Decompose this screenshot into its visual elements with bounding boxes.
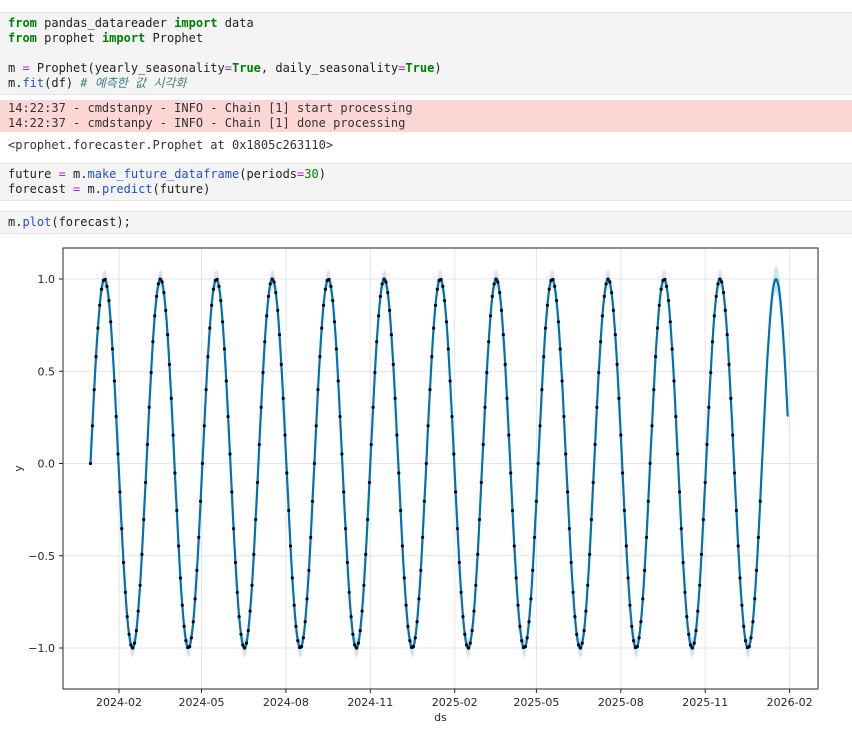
code-token: data xyxy=(217,16,254,30)
x-tick-label: 2024-02 xyxy=(96,696,142,709)
y-axis: 1.0 0.5 0.0 −0.5 −1.0 y xyxy=(12,273,63,655)
stderr-output-cmdstanpy: 14:22:37 - cmdstanpy - INFO - Chain [1] … xyxy=(0,100,852,132)
x-tick-label: 2025-08 xyxy=(598,696,644,709)
code-token: # 예측한 값 시각화 xyxy=(80,76,187,90)
code-token: from xyxy=(8,16,37,30)
stderr-line: 14:22:37 - cmdstanpy - INFO - Chain [1] … xyxy=(8,116,406,130)
x-tick-label: 2024-08 xyxy=(263,696,309,709)
code-token: import xyxy=(101,31,146,45)
code-line: m = Prophet(yearly_seasonality=True, dai… xyxy=(8,61,844,76)
code-token: m. xyxy=(8,76,23,90)
x-tick-label: 2024-05 xyxy=(179,696,225,709)
repr-text: <prophet.forecaster.Prophet at 0x1805c26… xyxy=(8,138,334,152)
y-tick-label: 0.0 xyxy=(38,458,56,471)
code-token: ) xyxy=(318,167,326,181)
code-token: = xyxy=(224,61,232,75)
code-token: import xyxy=(174,16,218,30)
x-axis-label: ds xyxy=(434,711,447,724)
cell-gap xyxy=(0,201,852,211)
y-tick-label: 0.5 xyxy=(38,365,56,378)
y-axis-label: y xyxy=(12,465,25,472)
code-token: forecast xyxy=(8,182,74,196)
code-line: m.fit(df) # 예측한 값 시각화 xyxy=(8,76,844,91)
code-line: forecast = m.predict(future) xyxy=(8,182,844,197)
forecast-figure: 2024-02 2024-05 2024-08 2024-11 2025-02 2025-… xyxy=(0,238,852,729)
code-token: (df) xyxy=(44,76,81,90)
code-token: True xyxy=(232,61,261,75)
code-token: Prophet(yearly_seasonality xyxy=(29,61,225,75)
notebook-cells: from pandas_datareader import data from p… xyxy=(0,0,852,729)
x-axis: 2024-02 2024-05 2024-08 2024-11 2025-02 2025-… xyxy=(96,689,813,724)
code-token: fit xyxy=(22,76,45,90)
code-token: (forecast); xyxy=(51,215,131,229)
code-token: Prophet xyxy=(145,31,204,45)
code-line: future = m.make_future_dataframe(periods… xyxy=(8,167,844,182)
code-token: pandas_datareader xyxy=(36,16,175,30)
code-cell-imports-and-fit[interactable]: from pandas_datareader import data from p… xyxy=(0,12,852,95)
grid-lines xyxy=(63,248,818,689)
y-tick-label: −0.5 xyxy=(28,550,55,563)
forecast-plot: 2024-02 2024-05 2024-08 2024-11 2025-02 2025-… xyxy=(12,247,819,724)
y-tick-label: 1.0 xyxy=(38,273,56,286)
code-token: True xyxy=(405,61,435,75)
code-token: = xyxy=(58,167,66,181)
code-token: plot xyxy=(22,215,52,229)
x-tick-label: 2025-02 xyxy=(432,696,478,709)
code-token: make_future_dataframe xyxy=(87,167,240,181)
y-tick-label: −1.0 xyxy=(28,642,55,655)
code-token: m. xyxy=(80,182,102,196)
code-token: from xyxy=(8,31,37,45)
code-token: predict xyxy=(101,182,153,196)
code-token: = xyxy=(22,61,30,75)
x-tick-label: 2024-11 xyxy=(347,696,393,709)
code-token: prophet xyxy=(36,31,102,45)
code-cell-plot[interactable]: m.plot(forecast); xyxy=(0,211,852,234)
code-token: (future) xyxy=(152,182,211,196)
code-token: (periods xyxy=(239,167,298,181)
code-line: from prophet import Prophet xyxy=(8,31,844,46)
x-tick-label: 2025-05 xyxy=(513,696,559,709)
code-token: ) xyxy=(434,61,442,75)
code-token: m. xyxy=(65,167,88,181)
code-cell-make-future[interactable]: future = m.make_future_dataframe(periods… xyxy=(0,163,852,201)
code-token: , daily_seasonality xyxy=(260,61,399,75)
code-line: from pandas_datareader import data xyxy=(8,16,844,31)
x-tick-label: 2025-11 xyxy=(682,696,728,709)
code-token: future xyxy=(8,167,59,181)
x-tick-label: 2026-02 xyxy=(767,696,813,709)
stderr-line: 14:22:37 - cmdstanpy - INFO - Chain [1] … xyxy=(8,101,413,115)
code-token: 30 xyxy=(304,167,319,181)
code-line: m.plot(forecast); xyxy=(8,215,844,230)
code-token: m. xyxy=(8,215,23,229)
code-token: m xyxy=(8,61,23,75)
repr-output: <prophet.forecaster.Prophet at 0x1805c26… xyxy=(0,135,852,163)
